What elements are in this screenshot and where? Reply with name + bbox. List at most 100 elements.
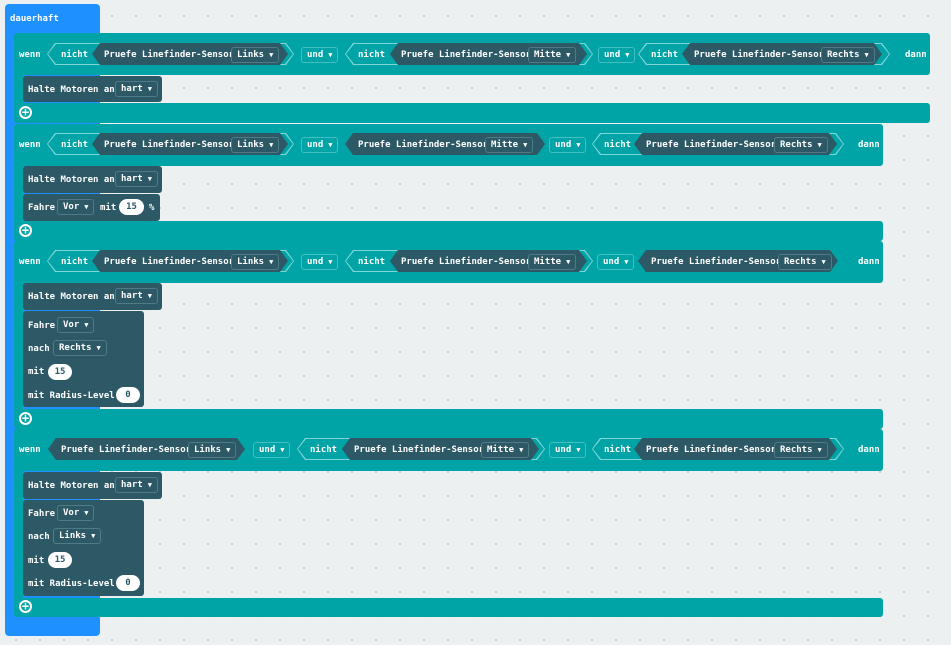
- stop-mode-value: hart: [121, 480, 143, 490]
- not-label: nicht: [604, 140, 632, 150]
- stop-motors-label: Halte Motoren an: [28, 481, 115, 491]
- radius-input[interactable]: 0: [116, 387, 140, 403]
- radius-label: mit Radius-Level: [28, 391, 115, 401]
- side-value: Links: [237, 140, 265, 150]
- side-dropdown[interactable]: Mitte ▼: [481, 442, 530, 458]
- direction-dropdown[interactable]: Vor ▼: [57, 317, 95, 333]
- turn-value: Links: [59, 531, 87, 541]
- sensor-label: Pruefe Linefinder-Sensor: [104, 50, 235, 60]
- chevron-down-icon: ▼: [280, 446, 285, 454]
- speed-input[interactable]: 15: [119, 199, 144, 215]
- toward-label: nach: [28, 344, 50, 354]
- turn-value: Rechts: [59, 343, 92, 353]
- if-block-2-spine: [14, 164, 23, 224]
- chevron-down-icon: ▼: [328, 141, 333, 149]
- side-dropdown[interactable]: Mitte ▼: [528, 47, 577, 63]
- chevron-down-icon: ▼: [625, 51, 630, 59]
- and-label: und: [307, 50, 324, 60]
- stop-mode-dropdown[interactable]: hart ▼: [115, 288, 158, 304]
- side-dropdown[interactable]: Links ▼: [231, 47, 280, 63]
- sensor-label: Pruefe Linefinder-Sensor: [694, 50, 825, 60]
- chevron-down-icon: ▼: [576, 446, 581, 454]
- direction-value: Vor: [63, 508, 80, 518]
- sensor-label: Pruefe Linefinder-Sensor: [61, 445, 192, 455]
- chevron-down-icon: ▼: [576, 141, 581, 149]
- and-operator[interactable]: und ▼: [549, 137, 587, 153]
- side-value: Links: [194, 445, 222, 455]
- stop-mode-dropdown[interactable]: hart ▼: [115, 81, 158, 97]
- and-operator[interactable]: und ▼: [301, 47, 339, 63]
- and-operator[interactable]: und ▼: [549, 442, 587, 458]
- side-dropdown[interactable]: Rechts ▼: [774, 137, 828, 153]
- chevron-down-icon: ▼: [84, 509, 89, 517]
- turn-dropdown[interactable]: Rechts ▼: [53, 340, 107, 356]
- turn-dropdown[interactable]: Links ▼: [53, 528, 102, 544]
- stop-motors-label: Halte Motoren an: [28, 292, 115, 302]
- and-label: und: [259, 445, 276, 455]
- add-icon[interactable]: +: [19, 106, 32, 119]
- if-block-1-spine: [14, 74, 23, 106]
- chevron-down-icon: ▼: [519, 446, 524, 454]
- sensor-label: Pruefe Linefinder-Sensor: [104, 257, 235, 267]
- direction-dropdown[interactable]: Vor ▼: [57, 505, 95, 521]
- radius-input[interactable]: 0: [116, 575, 140, 591]
- and-label: und: [307, 257, 324, 267]
- wenn-label: wenn: [19, 257, 41, 267]
- if-block-4-footer: [14, 598, 883, 617]
- wenn-label: wenn: [19, 445, 41, 455]
- chevron-down-icon: ▼: [84, 321, 89, 329]
- side-dropdown[interactable]: Rechts ▼: [778, 254, 832, 270]
- chevron-down-icon: ▼: [96, 344, 101, 352]
- side-dropdown[interactable]: Mitte ▼: [528, 254, 577, 270]
- chevron-down-icon: ▼: [817, 446, 822, 454]
- sensor-label: Pruefe Linefinder-Sensor: [646, 445, 777, 455]
- chevron-down-icon: ▼: [147, 481, 152, 489]
- dann-label: dann: [858, 257, 880, 267]
- and-operator[interactable]: und ▼: [597, 254, 635, 270]
- side-dropdown[interactable]: Links ▼: [231, 137, 280, 153]
- side-dropdown[interactable]: Rechts ▼: [774, 442, 828, 458]
- and-label: und: [555, 140, 572, 150]
- chevron-down-icon: ▼: [328, 258, 333, 266]
- stop-mode-value: hart: [121, 291, 143, 301]
- speed-input[interactable]: 15: [48, 364, 72, 380]
- side-value: Rechts: [780, 140, 813, 150]
- speed-input[interactable]: 15: [48, 552, 72, 568]
- side-dropdown[interactable]: Links ▼: [231, 254, 280, 270]
- side-dropdown[interactable]: Mitte ▼: [485, 137, 534, 153]
- stop-mode-dropdown[interactable]: hart ▼: [115, 171, 158, 187]
- and-label: und: [555, 445, 572, 455]
- side-value: Rechts: [827, 50, 860, 60]
- and-operator[interactable]: und ▼: [301, 137, 339, 153]
- wenn-label: wenn: [19, 50, 41, 60]
- dann-label: dann: [858, 140, 880, 150]
- sensor-label: Pruefe Linefinder-Sensor: [358, 140, 489, 150]
- chevron-down-icon: ▼: [226, 446, 231, 454]
- not-label: nicht: [61, 140, 89, 150]
- side-dropdown[interactable]: Links ▼: [188, 442, 237, 458]
- chevron-down-icon: ▼: [147, 175, 152, 183]
- and-operator[interactable]: und ▼: [301, 254, 339, 270]
- add-icon[interactable]: +: [19, 412, 32, 425]
- add-icon[interactable]: +: [19, 224, 32, 237]
- chevron-down-icon: ▼: [864, 51, 869, 59]
- sensor-label: Pruefe Linefinder-Sensor: [104, 140, 235, 150]
- side-dropdown[interactable]: Rechts ▼: [821, 47, 875, 63]
- stop-mode-value: hart: [121, 84, 143, 94]
- and-operator[interactable]: und ▼: [598, 47, 636, 63]
- if-block-3-footer: [14, 409, 883, 429]
- side-value: Mitte: [491, 140, 519, 150]
- direction-dropdown[interactable]: Vor ▼: [57, 199, 95, 215]
- add-icon[interactable]: +: [19, 600, 32, 613]
- dann-label: dann: [858, 445, 880, 455]
- drive-label: Fahre: [28, 509, 56, 519]
- stop-mode-dropdown[interactable]: hart ▼: [115, 477, 158, 493]
- chevron-down-icon: ▼: [269, 141, 274, 149]
- stop-motors-label: Halte Motoren an: [28, 85, 115, 95]
- radius-label: mit Radius-Level: [28, 579, 115, 589]
- chevron-down-icon: ▼: [566, 258, 571, 266]
- direction-value: Vor: [63, 202, 80, 212]
- side-value: Rechts: [780, 445, 813, 455]
- and-operator[interactable]: und ▼: [253, 442, 291, 458]
- side-value: Mitte: [534, 257, 562, 267]
